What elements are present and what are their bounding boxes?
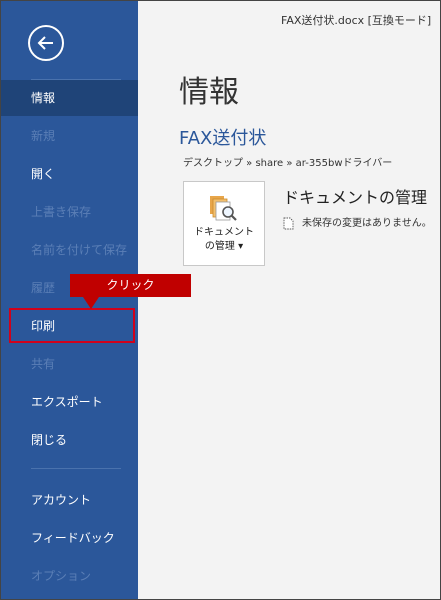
manage-document-button[interactable]: ドキュメント の管理 ▾ bbox=[183, 181, 265, 266]
document-icon bbox=[283, 217, 294, 229]
sidebar-item-save[interactable]: 上書き保存 bbox=[1, 194, 138, 230]
click-callout: クリック bbox=[70, 274, 191, 297]
callout-pointer bbox=[83, 297, 99, 309]
sidebar-item-share[interactable]: 共有 bbox=[1, 346, 138, 382]
breadcrumb[interactable]: デスクトップ » share » ar-355bwドライバー bbox=[183, 154, 392, 169]
backstage-window: 情報 新規 開く 上書き保存 名前を付けて保存 履歴 印刷 共有 エクスポート … bbox=[0, 0, 441, 600]
sidebar-item-new[interactable]: 新規 bbox=[1, 118, 138, 154]
back-button[interactable] bbox=[28, 25, 64, 61]
document-search-icon bbox=[210, 196, 237, 221]
status-text: 未保存の変更はありません。 bbox=[302, 218, 432, 229]
sidebar-item-open[interactable]: 開く bbox=[1, 156, 138, 192]
sidebar: 情報 新規 開く 上書き保存 名前を付けて保存 履歴 印刷 共有 エクスポート … bbox=[1, 1, 138, 599]
document-title: FAX送付状 bbox=[179, 128, 267, 149]
sidebar-item-feedback[interactable]: フィードバック bbox=[1, 520, 138, 556]
window-title: FAX送付状.docx [互換モード] bbox=[281, 14, 432, 27]
status-row: 未保存の変更はありません。 bbox=[283, 214, 432, 230]
back-arrow-icon bbox=[37, 36, 53, 50]
sidebar-item-close[interactable]: 閉じる bbox=[1, 422, 138, 458]
section-title: ドキュメントの管理 bbox=[283, 188, 428, 207]
sidebar-item-export[interactable]: エクスポート bbox=[1, 384, 138, 420]
manage-document-label: ドキュメント の管理 ▾ bbox=[194, 227, 254, 252]
sidebar-item-account[interactable]: アカウント bbox=[1, 482, 138, 518]
sidebar-item-save-as[interactable]: 名前を付けて保存 bbox=[1, 232, 138, 268]
sidebar-item-options[interactable]: オプション bbox=[1, 558, 138, 594]
sidebar-divider bbox=[31, 468, 121, 469]
print-highlight-box bbox=[9, 308, 135, 343]
page-title: 情報 bbox=[179, 75, 239, 110]
sidebar-item-info[interactable]: 情報 bbox=[1, 80, 138, 116]
callout-label: クリック bbox=[106, 278, 155, 292]
